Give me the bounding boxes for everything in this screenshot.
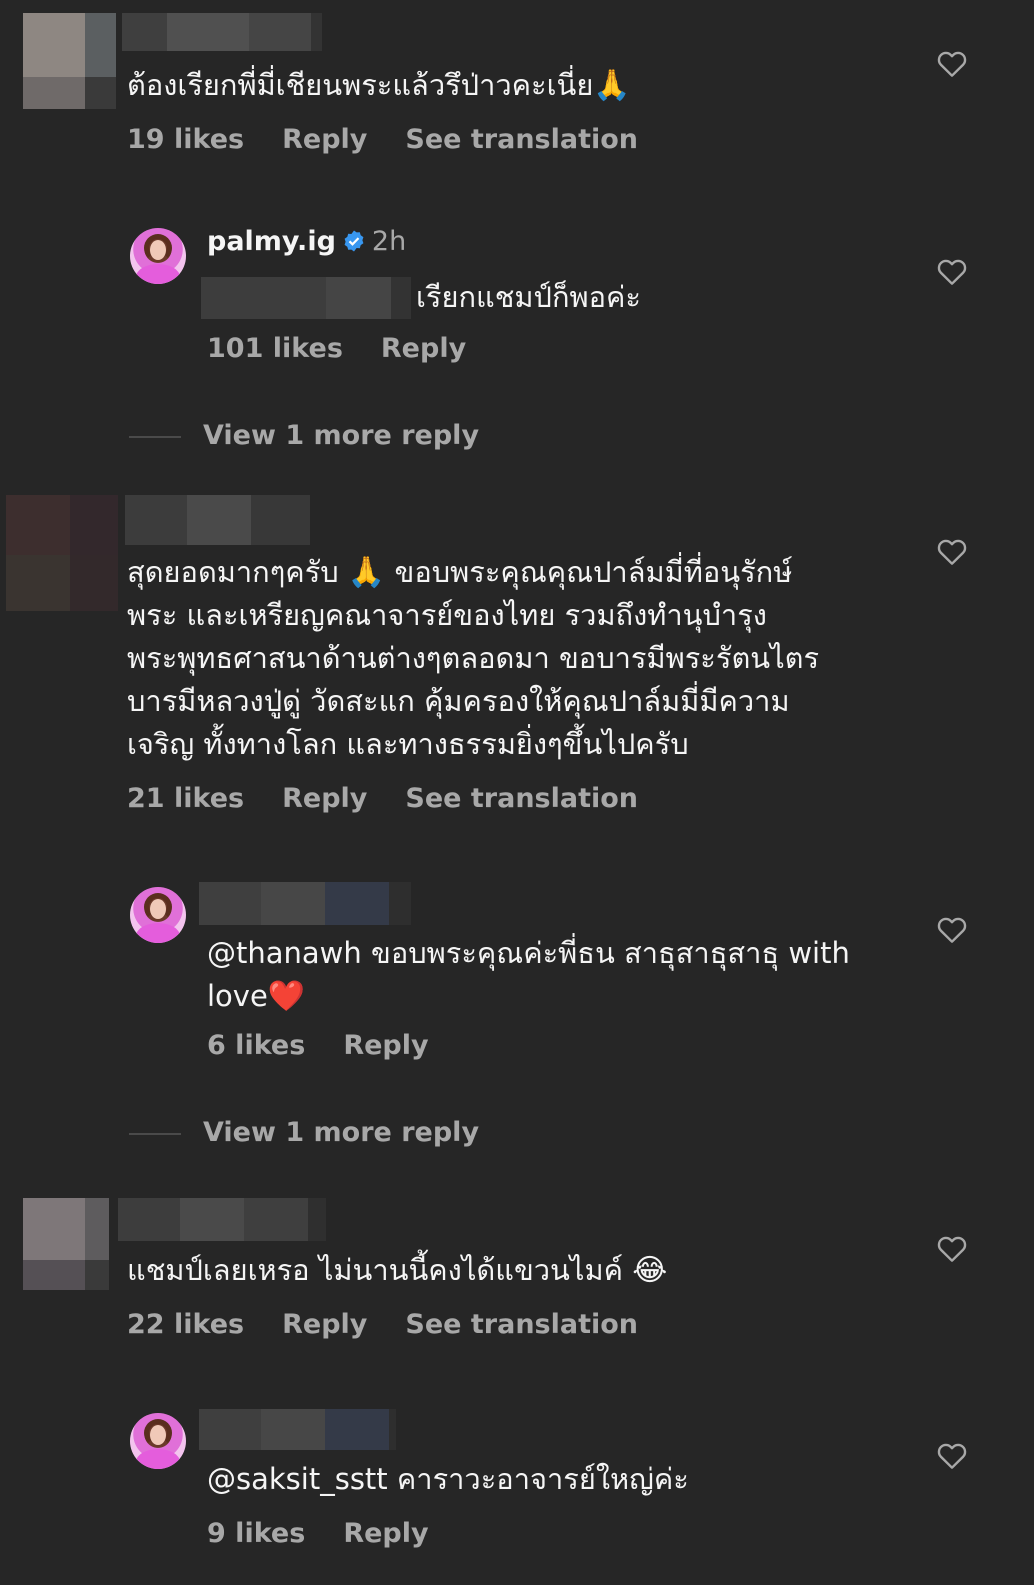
avatar[interactable] xyxy=(130,1413,186,1469)
reply-button[interactable]: Reply xyxy=(343,1030,428,1061)
username[interactable]: palmy.ig xyxy=(207,226,336,257)
comment-actions: 22 likes Reply See translation xyxy=(127,1309,676,1340)
username-blurred[interactable] xyxy=(125,495,310,545)
avatar[interactable] xyxy=(130,887,186,943)
heart-icon[interactable] xyxy=(936,1233,968,1263)
comment-text: แชมป์เลยเหรอ ไม่นานนี้คงได้แขวนไมค์ 😂 xyxy=(127,1249,667,1292)
timestamp: 2h xyxy=(371,226,407,257)
reply-text: @thanawh ขอบพระคุณค่ะพี่ธน สาธุสาธุสาธุ … xyxy=(207,932,927,1018)
likes-count[interactable]: 19 likes xyxy=(127,124,244,155)
reply-text: เรียกแชมป์ก็พอค่ะ xyxy=(416,280,642,314)
divider xyxy=(129,436,181,438)
comment-actions: 21 likes Reply See translation xyxy=(127,783,676,814)
mention-blurred[interactable] xyxy=(201,277,411,319)
heart-icon[interactable] xyxy=(936,914,968,944)
see-translation-button[interactable]: See translation xyxy=(405,783,638,814)
reply-button[interactable]: Reply xyxy=(282,1309,367,1340)
username-blurred[interactable] xyxy=(199,882,411,925)
username-blurred[interactable] xyxy=(199,1409,396,1450)
likes-count[interactable]: 21 likes xyxy=(127,783,244,814)
reply-button[interactable]: Reply xyxy=(381,333,466,364)
reply-button[interactable]: Reply xyxy=(282,783,367,814)
reply-actions: 6 likes Reply xyxy=(207,1030,467,1061)
heart-icon[interactable] xyxy=(936,256,968,286)
view-more-replies-button[interactable]: View 1 more reply xyxy=(203,1117,479,1148)
likes-count[interactable]: 101 likes xyxy=(207,333,343,364)
red-heart-emoji: ❤️ xyxy=(267,979,306,1014)
avatar-blurred[interactable] xyxy=(23,1198,109,1290)
reply-button[interactable]: Reply xyxy=(343,1518,428,1549)
divider xyxy=(129,1133,181,1135)
heart-icon[interactable] xyxy=(936,48,968,78)
username-blurred[interactable] xyxy=(118,1198,326,1241)
likes-count[interactable]: 6 likes xyxy=(207,1030,305,1061)
folded-hands-emoji: 🙏 xyxy=(593,68,631,103)
reply-actions: 9 likes Reply xyxy=(207,1518,467,1549)
see-translation-button[interactable]: See translation xyxy=(405,124,638,155)
avatar-blurred[interactable] xyxy=(23,13,116,109)
folded-hands-emoji: 🙏 xyxy=(347,555,386,590)
heart-icon[interactable] xyxy=(936,1440,968,1470)
verified-badge-icon xyxy=(344,230,364,252)
reply-header: palmy.ig 2h xyxy=(207,226,406,257)
view-more-replies-button[interactable]: View 1 more reply xyxy=(203,420,479,451)
reply-actions: 101 likes Reply xyxy=(207,333,504,364)
avatar[interactable] xyxy=(130,228,186,284)
reply-text: @saksit_sstt คาราวะอาจารย์ใหญ่ค่ะ xyxy=(207,1462,689,1496)
likes-count[interactable]: 9 likes xyxy=(207,1518,305,1549)
heart-icon[interactable] xyxy=(936,536,968,566)
username-blurred[interactable] xyxy=(122,13,322,51)
avatar-blurred[interactable] xyxy=(6,495,118,611)
tears-of-joy-emoji: 😂 xyxy=(632,1253,668,1288)
comment-text: ต้องเรียกพี่มี่เชียนพระแล้วรึป่าวคะเนี่ย… xyxy=(127,64,631,107)
comment-actions: 19 likes Reply See translation xyxy=(127,124,676,155)
comment-text: สุดยอดมากๆครับ 🙏 ขอบพระคุณคุณปาล์มมี่ที่… xyxy=(127,551,917,766)
likes-count[interactable]: 22 likes xyxy=(127,1309,244,1340)
see-translation-button[interactable]: See translation xyxy=(405,1309,638,1340)
reply-button[interactable]: Reply xyxy=(282,124,367,155)
